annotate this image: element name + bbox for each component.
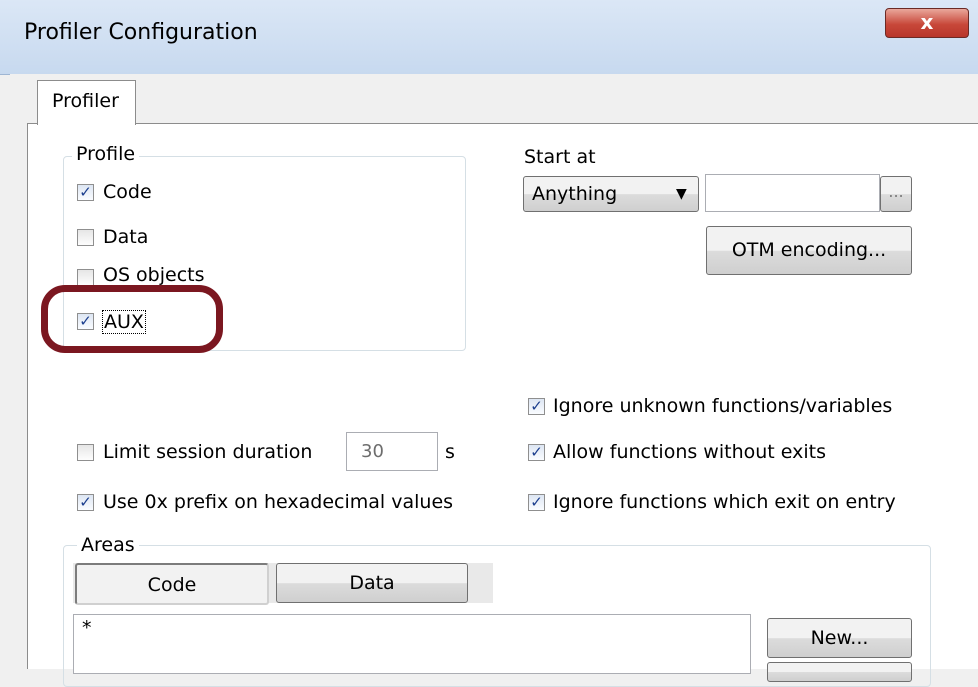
allow-no-exits-label: Allow functions without exits: [553, 441, 827, 463]
limit-session-checkbox[interactable]: [77, 444, 94, 461]
new-area-button-label: New...: [810, 627, 869, 649]
highlight-annotation: [41, 285, 223, 353]
list-item[interactable]: *: [82, 617, 742, 639]
allow-no-exits-checkbox[interactable]: ✓: [528, 444, 545, 461]
ignore-unknown-label: Ignore unknown functions/variables: [553, 395, 893, 417]
areas-list[interactable]: *: [73, 614, 751, 674]
areas-secondary-button[interactable]: [767, 662, 912, 682]
start-at-dropdown[interactable]: Anything ▼: [523, 176, 699, 212]
session-duration-unit: s: [445, 441, 455, 463]
data-checkbox-label: Data: [103, 226, 149, 248]
use-0x-checkbox[interactable]: ✓: [77, 494, 94, 511]
chevron-down-icon: ▼: [676, 186, 687, 202]
code-checkbox[interactable]: ✓: [77, 184, 94, 201]
close-icon: x: [920, 10, 934, 34]
data-checkbox[interactable]: [77, 229, 94, 246]
areas-tab-code[interactable]: Code: [75, 563, 269, 605]
limit-session-label: Limit session duration: [103, 441, 313, 463]
close-button[interactable]: x: [885, 8, 969, 38]
ignore-exit-entry-label: Ignore functions which exit on entry: [553, 491, 896, 513]
session-duration-input[interactable]: 30: [346, 432, 438, 471]
use-0x-label: Use 0x prefix on hexadecimal values: [103, 491, 454, 513]
start-at-input[interactable]: [705, 174, 880, 212]
ignore-exit-entry-checkbox[interactable]: ✓: [528, 494, 545, 511]
start-at-selected: Anything: [532, 183, 618, 205]
start-at-label: Start at: [524, 146, 596, 168]
areas-tab-data[interactable]: Data: [276, 563, 468, 603]
ignore-unknown-checkbox[interactable]: ✓: [528, 398, 545, 415]
os-objects-checkbox[interactable]: [77, 269, 94, 286]
profile-group-label: Profile: [72, 143, 140, 165]
areas-group-label: Areas: [77, 534, 139, 556]
otm-encoding-button[interactable]: OTM encoding...: [706, 226, 912, 275]
browse-button[interactable]: ...: [880, 176, 912, 212]
new-area-button[interactable]: New...: [767, 618, 912, 658]
code-checkbox-label: Code: [103, 181, 152, 203]
os-objects-checkbox-label: OS objects: [103, 264, 205, 286]
tab-profiler-label: Profiler: [52, 90, 119, 112]
window-title: Profiler Configuration: [24, 20, 258, 45]
